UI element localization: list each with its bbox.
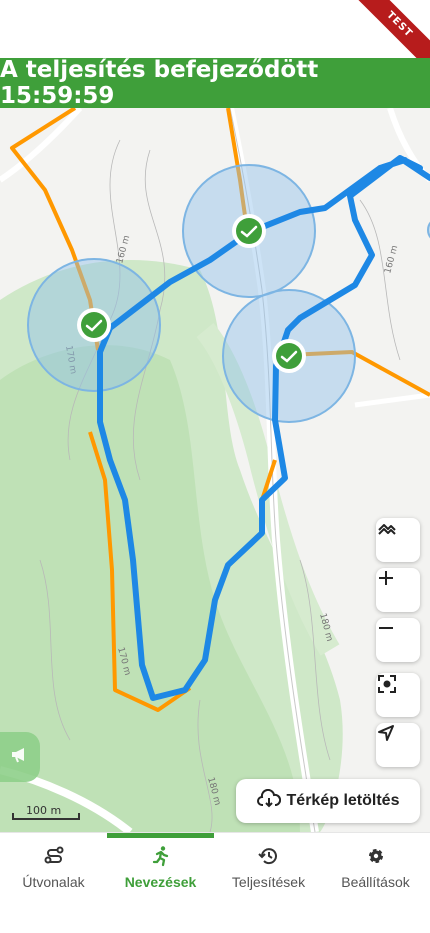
center-map-button[interactable]	[376, 673, 420, 717]
nav-label: Útvonalak	[22, 874, 85, 890]
checkpoint-marker[interactable]	[272, 339, 306, 373]
checkpoint-marker[interactable]	[232, 214, 266, 248]
zoom-in-button[interactable]	[376, 568, 420, 612]
megaphone-icon	[10, 746, 30, 769]
nav-item-routes[interactable]: Útvonalak	[0, 833, 107, 893]
active-tab-indicator	[107, 833, 214, 838]
history-icon	[257, 845, 280, 874]
status-area: TEST	[0, 0, 430, 79]
map-view[interactable]: 160 m 170 m 160 m 180 m 180 m 170 m	[0, 108, 430, 832]
announcement-button[interactable]	[0, 732, 40, 782]
gear-icon	[365, 845, 387, 874]
completion-banner: A teljesítés befejeződött 15:59:59	[0, 57, 430, 109]
zoom-out-button[interactable]	[376, 618, 420, 662]
download-map-label: Térkép letöltés	[286, 792, 400, 809]
scale-bar	[12, 813, 80, 820]
nav-label: Beállítások	[341, 874, 410, 890]
layers-button[interactable]	[376, 518, 420, 562]
nav-item-settings[interactable]: Beállítások	[322, 833, 429, 893]
download-map-button[interactable]: Térkép letöltés	[236, 779, 420, 823]
map-canvas: 160 m 170 m 160 m 180 m 180 m 170 m	[0, 108, 430, 832]
checkpoint-marker[interactable]	[77, 308, 111, 342]
nav-label: Nevezések	[124, 874, 197, 890]
cloud-download-icon	[256, 788, 281, 814]
bottom-navigation: Útvonalak Nevezések Teljesítések Beállít…	[0, 832, 430, 933]
nav-item-entries[interactable]: Nevezések	[107, 833, 214, 893]
runner-icon	[150, 845, 172, 874]
locate-button[interactable]	[376, 723, 420, 767]
nav-label: Teljesítések	[231, 874, 306, 890]
nav-item-completions[interactable]: Teljesítések	[215, 833, 322, 893]
map-scale: 100 m	[12, 804, 80, 820]
banner-title: A teljesítés befejeződött 15:59:59	[0, 57, 319, 109]
route-icon	[43, 845, 65, 874]
